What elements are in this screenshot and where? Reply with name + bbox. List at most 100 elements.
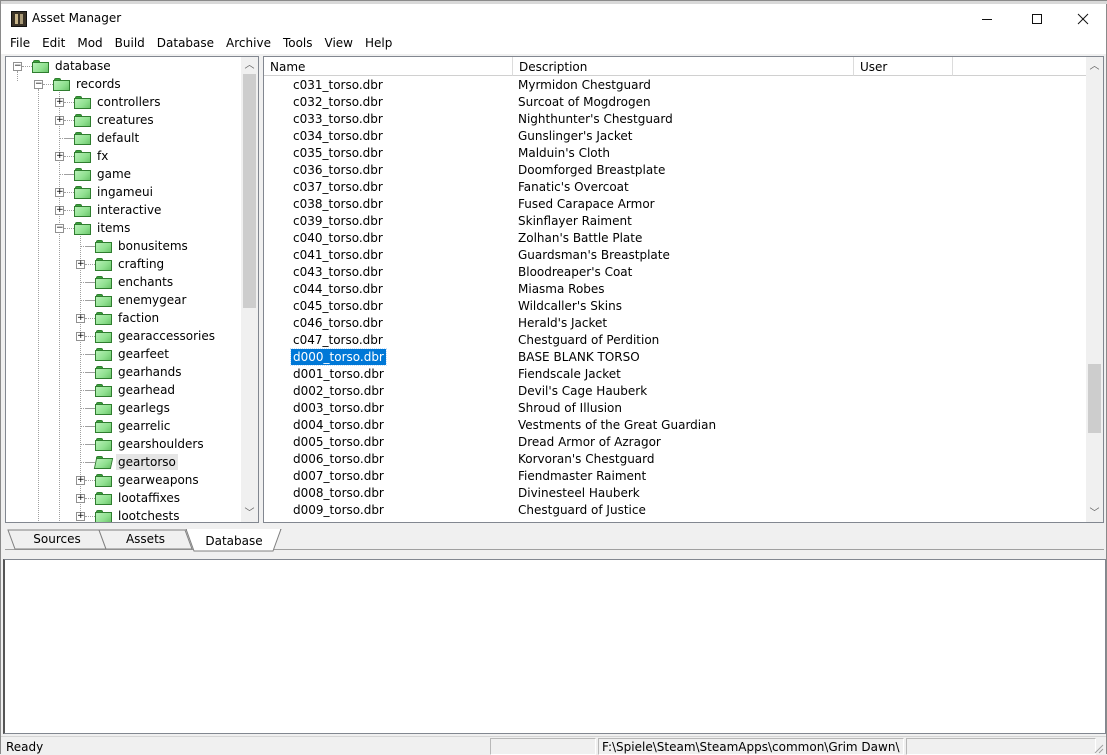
tree-node-geartorso[interactable]: geartorso: [116, 454, 178, 470]
menu-archive[interactable]: Archive: [221, 33, 278, 54]
list-row[interactable]: c031_torso.dbr Myrmidon Chestguard: [264, 77, 1086, 94]
title-bar[interactable]: Asset Manager: [1, 4, 1106, 33]
tree-node-fx[interactable]: fx: [95, 148, 110, 164]
menu-mod[interactable]: Mod: [72, 33, 109, 54]
column-header-user[interactable]: User: [854, 57, 953, 76]
list-row[interactable]: c046_torso.dbr Herald's Jacket: [264, 315, 1086, 332]
column-header-name[interactable]: Name: [264, 57, 513, 76]
tree-node-crafting[interactable]: crafting: [116, 256, 166, 272]
record-name[interactable]: c035_torso.dbr: [291, 145, 385, 161]
column-header-description[interactable]: Description: [513, 57, 854, 76]
close-button[interactable]: [1060, 4, 1106, 33]
output-panel[interactable]: [3, 559, 1106, 734]
record-name[interactable]: d006_torso.dbr: [291, 451, 386, 467]
list-row[interactable]: c036_torso.dbr Doomforged Breastplate: [264, 162, 1086, 179]
tree-node-gearaccessories[interactable]: gearaccessories: [116, 328, 217, 344]
expand-icon[interactable]: +: [55, 116, 64, 125]
menu-view[interactable]: View: [320, 33, 360, 54]
list-row[interactable]: d001_torso.dbr Fiendscale Jacket: [264, 366, 1086, 383]
tree-node-gearlegs[interactable]: gearlegs: [116, 400, 172, 416]
record-name[interactable]: c045_torso.dbr: [291, 298, 385, 314]
expand-icon[interactable]: +: [76, 332, 85, 341]
record-name[interactable]: d009_torso.dbr: [291, 502, 386, 518]
tree-node-default[interactable]: default: [95, 130, 141, 146]
list-row[interactable]: d008_torso.dbr Divinesteel Hauberk: [264, 485, 1086, 502]
menu-file[interactable]: File: [5, 33, 37, 54]
record-name[interactable]: c037_torso.dbr: [291, 179, 385, 195]
record-name[interactable]: c032_torso.dbr: [291, 94, 385, 110]
tab-database[interactable]: Database: [185, 529, 283, 552]
list-row[interactable]: d006_torso.dbr Korvoran's Chestguard: [264, 451, 1086, 468]
record-name[interactable]: c046_torso.dbr: [291, 315, 385, 331]
expand-icon[interactable]: +: [76, 260, 85, 269]
record-name[interactable]: d003_torso.dbr: [291, 400, 386, 416]
tree-node-gearhands[interactable]: gearhands: [116, 364, 184, 380]
menu-help[interactable]: Help: [360, 33, 399, 54]
menu-build[interactable]: Build: [110, 33, 152, 54]
record-name[interactable]: c033_torso.dbr: [291, 111, 385, 127]
expand-icon[interactable]: +: [76, 314, 85, 323]
tree-node-faction[interactable]: faction: [116, 310, 161, 326]
expand-icon[interactable]: +: [76, 476, 85, 485]
resize-grip-icon[interactable]: [1092, 742, 1104, 754]
record-name[interactable]: c034_torso.dbr: [291, 128, 385, 144]
scroll-up-arrow-icon[interactable]: ︿: [241, 57, 258, 74]
tree-node-bonusitems[interactable]: bonusitems: [116, 238, 190, 254]
tree-node-enchants[interactable]: enchants: [116, 274, 175, 290]
record-name[interactable]: c031_torso.dbr: [291, 77, 385, 93]
list-scroll-thumb[interactable]: [1088, 364, 1101, 433]
expand-icon[interactable]: +: [55, 188, 64, 197]
tree-node-database[interactable]: database: [53, 58, 113, 74]
record-name[interactable]: c041_torso.dbr: [291, 247, 385, 263]
collapse-icon[interactable]: −: [55, 224, 64, 233]
menu-database[interactable]: Database: [152, 33, 221, 54]
expand-icon[interactable]: +: [76, 494, 85, 503]
tree-node-records[interactable]: records: [74, 76, 123, 92]
tree-node-lootaffixes[interactable]: lootaffixes: [116, 490, 182, 506]
list-row[interactable]: c038_torso.dbr Fused Carapace Armor: [264, 196, 1086, 213]
tree-node-items[interactable]: items: [95, 220, 132, 236]
tree-node-creatures[interactable]: creatures: [95, 112, 156, 128]
record-name[interactable]: c036_torso.dbr: [291, 162, 385, 178]
tree-node-gearhead[interactable]: gearhead: [116, 382, 177, 398]
tree-scrollbar[interactable]: ︿ ﹀: [241, 57, 258, 522]
tree-node-lootchests[interactable]: lootchests: [116, 508, 182, 522]
list-row[interactable]: c044_torso.dbr Miasma Robes: [264, 281, 1086, 298]
record-name[interactable]: c043_torso.dbr: [291, 264, 385, 280]
list-row[interactable]: c033_torso.dbr Nighthunter's Chestguard: [264, 111, 1086, 128]
record-name[interactable]: c047_torso.dbr: [291, 332, 385, 348]
tree-node-interactive[interactable]: interactive: [95, 202, 163, 218]
folder-tree[interactable]: − database − records + controllers + creatures d…: [5, 56, 259, 523]
collapse-icon[interactable]: −: [13, 62, 22, 71]
record-name[interactable]: d002_torso.dbr: [291, 383, 386, 399]
record-name[interactable]: d004_torso.dbr: [291, 417, 386, 433]
expand-icon[interactable]: +: [76, 512, 85, 521]
list-row[interactable]: c039_torso.dbr Skinflayer Raiment: [264, 213, 1086, 230]
menu-edit[interactable]: Edit: [37, 33, 72, 54]
list-row[interactable]: c041_torso.dbr Guardsman's Breastplate: [264, 247, 1086, 264]
list-row[interactable]: d004_torso.dbr Vestments of the Great Gua…: [264, 417, 1086, 434]
tree-node-controllers[interactable]: controllers: [95, 94, 163, 110]
tree-node-ingameui[interactable]: ingameui: [95, 184, 155, 200]
record-name[interactable]: c044_torso.dbr: [291, 281, 385, 297]
tree-scroll-thumb[interactable]: [243, 74, 256, 308]
list-row[interactable]: d002_torso.dbr Devil's Cage Hauberk: [264, 383, 1086, 400]
maximize-button[interactable]: [1014, 4, 1060, 33]
list-row[interactable]: d007_torso.dbr Fiendmaster Raiment: [264, 468, 1086, 485]
minimize-button[interactable]: [964, 4, 1010, 33]
list-scrollbar[interactable]: ︿ ﹀: [1086, 57, 1103, 522]
scroll-down-arrow-icon[interactable]: ﹀: [1086, 505, 1103, 522]
record-name[interactable]: d001_torso.dbr: [291, 366, 386, 382]
list-row[interactable]: c035_torso.dbr Malduin's Cloth: [264, 145, 1086, 162]
record-name[interactable]: c040_torso.dbr: [291, 230, 385, 246]
tree-node-gearweapons[interactable]: gearweapons: [116, 472, 201, 488]
tree-node-enemygear[interactable]: enemygear: [116, 292, 188, 308]
list-row[interactable]: d003_torso.dbr Shroud of Illusion: [264, 400, 1086, 417]
expand-icon[interactable]: +: [55, 206, 64, 215]
record-name[interactable]: d007_torso.dbr: [291, 468, 386, 484]
record-name[interactable]: d000_torso.dbr: [290, 348, 387, 366]
expand-icon[interactable]: +: [55, 152, 64, 161]
menu-tools[interactable]: Tools: [278, 33, 320, 54]
tree-node-gearshoulders[interactable]: gearshoulders: [116, 436, 206, 452]
column-header-empty[interactable]: [953, 57, 1086, 76]
